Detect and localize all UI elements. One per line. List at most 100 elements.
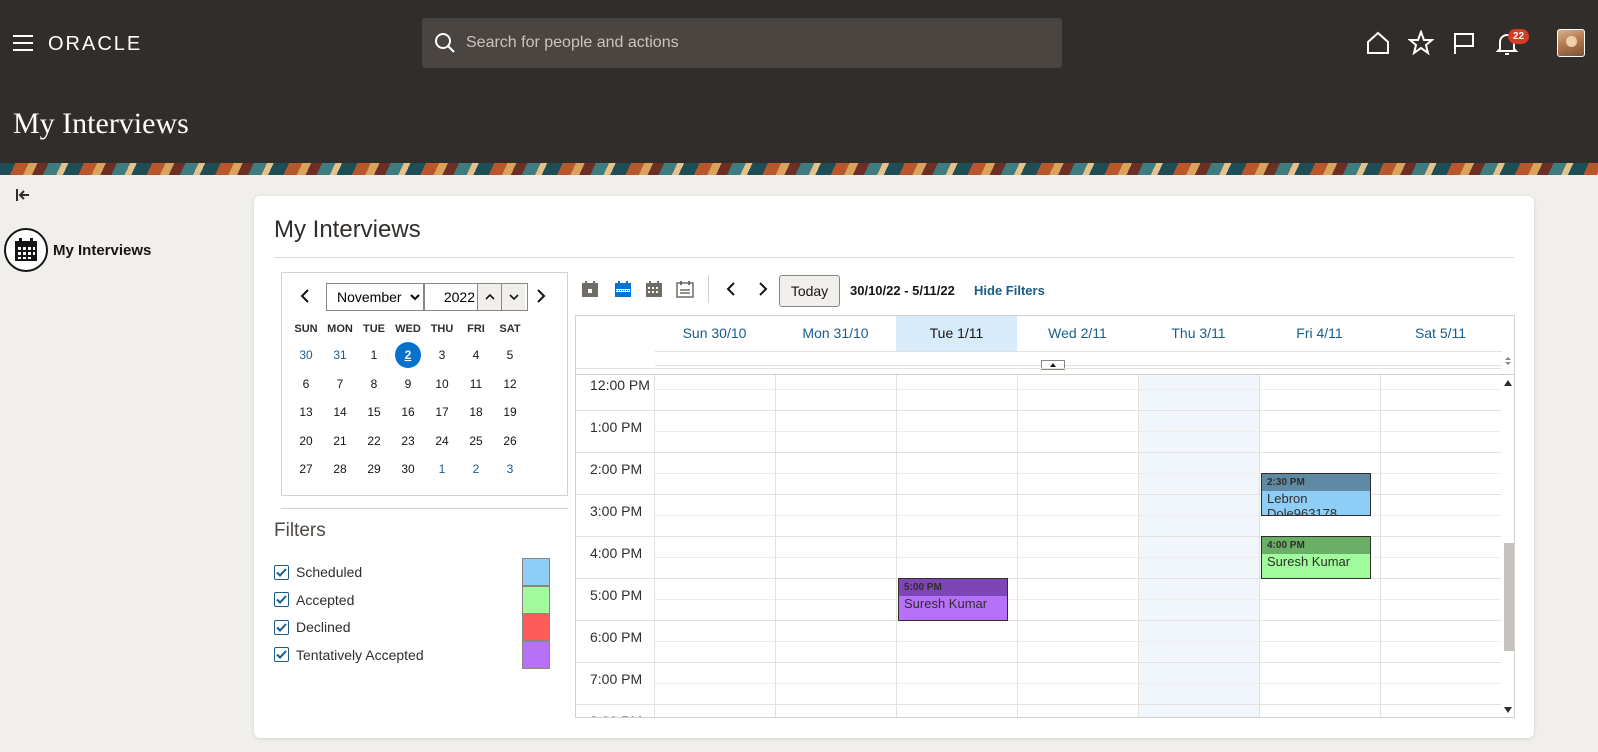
- oracle-logo[interactable]: ORACLE: [48, 33, 142, 56]
- previous-month-icon[interactable]: [296, 287, 314, 305]
- mini-calendar-day[interactable]: 9: [394, 372, 422, 396]
- list-view-icon[interactable]: [675, 280, 695, 298]
- mini-calendar-day[interactable]: 31: [326, 343, 354, 367]
- mini-calendar-day[interactable]: 24: [428, 429, 456, 453]
- filter-color-swatch[interactable]: [522, 640, 550, 669]
- filter-color-swatch[interactable]: [522, 613, 550, 641]
- mini-calendar-day[interactable]: 5: [496, 343, 524, 367]
- scroll-down-icon[interactable]: [1504, 707, 1512, 713]
- mini-calendar-day[interactable]: 1: [428, 457, 456, 481]
- search-input[interactable]: [466, 34, 1026, 52]
- interview-event[interactable]: 4:00 PM Suresh Kumar: [1261, 536, 1371, 579]
- mini-calendar-day[interactable]: 29: [360, 457, 388, 481]
- mini-calendar-day[interactable]: 2: [462, 457, 490, 481]
- hide-filters-link[interactable]: Hide Filters: [974, 283, 1045, 298]
- mini-calendar-today[interactable]: 2: [395, 342, 421, 368]
- all-day-row[interactable]: [655, 351, 1502, 366]
- collapse-panel-icon[interactable]: [15, 187, 33, 203]
- interview-event[interactable]: 2:30 PM Lebron Dole963178: [1261, 473, 1371, 516]
- next-month-icon[interactable]: [532, 287, 550, 305]
- mini-calendar-day[interactable]: 20: [292, 429, 320, 453]
- year-stepper[interactable]: [424, 283, 528, 311]
- day-column-header[interactable]: Mon 31/10: [775, 316, 896, 351]
- mini-calendar-day[interactable]: 7: [326, 372, 354, 396]
- filter-accepted[interactable]: Accepted: [274, 592, 354, 608]
- day-column-header[interactable]: Fri 4/11: [1259, 316, 1380, 351]
- search-bar[interactable]: [422, 18, 1062, 68]
- half-hour-line: [654, 431, 1501, 432]
- filter-checkbox[interactable]: [274, 619, 289, 635]
- mini-calendar-day[interactable]: 3: [428, 343, 456, 367]
- day-column-header[interactable]: Sun 30/10: [654, 316, 775, 351]
- half-hour-line: [654, 473, 1501, 474]
- day-column-header[interactable]: Tue 1/11: [896, 316, 1017, 351]
- weekday-header: WED: [395, 323, 421, 335]
- mini-calendar-day[interactable]: 22: [360, 429, 388, 453]
- mini-calendar-day[interactable]: 28: [326, 457, 354, 481]
- mini-calendar-day[interactable]: 12: [496, 372, 524, 396]
- mini-calendar-day[interactable]: 8: [360, 372, 388, 396]
- nav-item-label: My Interviews: [53, 241, 152, 259]
- event-time: 2:30 PM: [1262, 474, 1370, 491]
- mini-calendar-day[interactable]: 16: [394, 400, 422, 424]
- filter-checkbox[interactable]: [274, 647, 289, 662]
- year-increment-button[interactable]: [477, 284, 501, 310]
- month-view-icon[interactable]: [644, 280, 664, 298]
- home-icon[interactable]: [1365, 30, 1391, 56]
- filter-scheduled[interactable]: Scheduled: [274, 564, 362, 580]
- mini-calendar-day[interactable]: 30: [394, 457, 422, 481]
- year-decrement-button[interactable]: [501, 284, 525, 310]
- nav-item-my-interviews[interactable]: My Interviews: [4, 228, 151, 272]
- filter-declined[interactable]: Declined: [274, 619, 350, 635]
- filter-color-swatch[interactable]: [522, 558, 550, 586]
- mini-calendar-day[interactable]: 14: [326, 400, 354, 424]
- filter-tentatively-accepted[interactable]: Tentatively Accepted: [274, 647, 424, 663]
- scroll-thumb[interactable]: [1504, 543, 1514, 651]
- week-view-icon[interactable]: [613, 280, 633, 298]
- year-input[interactable]: [425, 284, 477, 310]
- vertical-scrollbar[interactable]: [1501, 375, 1514, 717]
- mini-calendar-day[interactable]: 19: [496, 400, 524, 424]
- menu-icon[interactable]: [13, 35, 33, 51]
- half-hour-line: [654, 683, 1501, 684]
- mini-calendar-day[interactable]: 4: [462, 343, 490, 367]
- all-day-scroll-icon[interactable]: [1502, 355, 1514, 367]
- mini-calendar-day[interactable]: 17: [428, 400, 456, 424]
- mini-calendar-day[interactable]: 30: [292, 343, 320, 367]
- mini-calendar-day[interactable]: 1: [360, 343, 388, 367]
- month-select[interactable]: JanuaryFebruaryMarchAprilMayJuneJulyAugu…: [326, 283, 424, 311]
- day-column-header[interactable]: Thu 3/11: [1138, 316, 1259, 351]
- time-label: 6:00 PM: [590, 629, 643, 645]
- mini-calendar-day[interactable]: 13: [292, 400, 320, 424]
- mini-calendar-day[interactable]: 23: [394, 429, 422, 453]
- search-icon: [435, 33, 455, 53]
- notification-count-badge: 22: [1508, 29, 1530, 44]
- time-slots[interactable]: 12:00 PM 1:00 PM 2:00 PM 3:00 PM 4:00 PM 5:00…: [576, 368, 1502, 717]
- flag-icon[interactable]: [1451, 30, 1477, 56]
- scroll-up-icon[interactable]: [1504, 380, 1512, 386]
- mini-calendar-day[interactable]: 26: [496, 429, 524, 453]
- day-column-highlight: [1139, 375, 1259, 717]
- day-view-icon[interactable]: [580, 280, 600, 298]
- previous-week-icon[interactable]: [721, 280, 741, 298]
- mini-calendar-day[interactable]: 11: [462, 372, 490, 396]
- mini-calendar-day[interactable]: 18: [462, 400, 490, 424]
- filter-color-swatch[interactable]: [522, 585, 550, 614]
- mini-calendar-day[interactable]: 6: [292, 372, 320, 396]
- mini-calendar-day[interactable]: 3: [496, 457, 524, 481]
- day-column-header[interactable]: Wed 2/11: [1017, 316, 1138, 351]
- user-avatar[interactable]: [1557, 29, 1585, 57]
- mini-calendar-day[interactable]: 15: [360, 400, 388, 424]
- filter-checkbox[interactable]: [274, 564, 289, 580]
- mini-calendar-day[interactable]: 27: [292, 457, 320, 481]
- favorites-star-icon[interactable]: [1408, 30, 1434, 56]
- interview-event[interactable]: 5:00 PM Suresh Kumar: [898, 578, 1008, 621]
- mini-calendar-day[interactable]: 25: [462, 429, 490, 453]
- today-button[interactable]: Today: [779, 275, 840, 307]
- weekday-header: SUN: [294, 323, 318, 335]
- mini-calendar-day[interactable]: 21: [326, 429, 354, 453]
- day-column-header[interactable]: Sat 5/11: [1380, 316, 1501, 351]
- mini-calendar-day[interactable]: 10: [428, 372, 456, 396]
- next-week-icon[interactable]: [753, 280, 773, 298]
- filter-checkbox[interactable]: [274, 592, 289, 607]
